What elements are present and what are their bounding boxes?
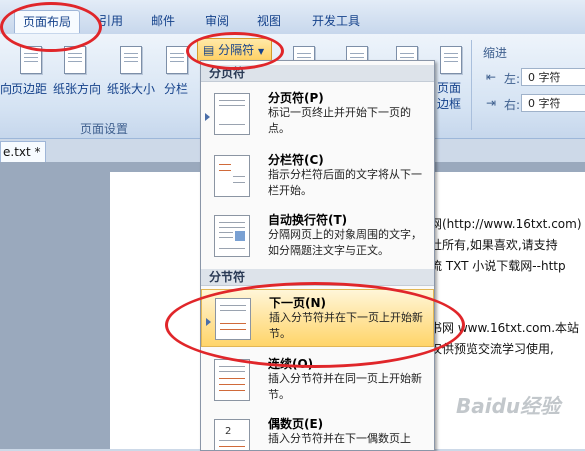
column-break-icon xyxy=(214,155,250,197)
doc-line: 网(http://www.16txt.com) xyxy=(430,217,582,231)
indent-title: 缩进 xyxy=(483,46,508,60)
menu-item-desc: 分隔网页上的对象周围的文字，如分隔题注文字与正文。 xyxy=(268,228,422,257)
breaks-dropdown-menu: 分页符 分页符(P) 标记一页终止并开始下一页的点。 分栏符(C) 指示分栏符后… xyxy=(200,60,435,451)
indent-right-icon: ⇥ xyxy=(486,96,497,110)
menu-item-page-break[interactable]: 分页符(P) 标记一页终止并开始下一页的点。 xyxy=(201,85,434,143)
menu-item-text-wrapping-break[interactable]: 自动换行符(T) 分隔网页上的对象周围的文字，如分隔题注文字与正文。 xyxy=(201,207,434,265)
page-break-icon xyxy=(214,93,250,135)
menu-item-title: 自动换行符(T) xyxy=(268,213,348,227)
watermark: Baidu经验 xyxy=(456,394,561,418)
menu-item-desc: 插入分节符并在下一偶数页上 xyxy=(268,432,411,445)
doc-line: 流 TXT 小说下载网--http xyxy=(430,259,566,273)
menu-item-desc: 标记一页终止并开始下一页的点。 xyxy=(268,106,411,135)
size-button[interactable]: 纸张大小 xyxy=(106,80,156,97)
menu-item-column-break[interactable]: 分栏符(C) 指示分栏符后面的文字将从下一栏开始。 xyxy=(201,147,434,205)
annotation-circle xyxy=(165,282,465,368)
tab-review[interactable]: 审阅 xyxy=(198,10,236,32)
page-border-icon xyxy=(440,46,462,74)
margins-button[interactable]: 页边距 xyxy=(10,80,48,97)
indent-left-icon: ⇤ xyxy=(486,70,497,84)
indent-right-input[interactable]: 0 字符 xyxy=(521,94,585,112)
doc-line: 社所有,如果喜欢,请支持 xyxy=(430,238,558,252)
tab-developer[interactable]: 开发工具 xyxy=(304,10,368,32)
menu-item-title: 分页符(P) xyxy=(268,91,324,105)
partial-button-label: 向 xyxy=(0,82,13,96)
columns-button[interactable]: 分栏 xyxy=(162,80,190,97)
indent-left-label: 左: xyxy=(504,72,521,86)
pointer-icon xyxy=(205,113,210,121)
group-label-page-setup: 页面设置 xyxy=(80,122,129,136)
menu-item-desc: 插入分节符并在同一页上开始新节。 xyxy=(268,372,422,401)
text-wrapping-icon xyxy=(214,215,250,257)
size-icon xyxy=(120,46,142,74)
tab-view[interactable]: 视图 xyxy=(250,10,288,32)
columns-icon xyxy=(166,46,188,74)
annotation-circle xyxy=(0,2,102,52)
indent-right-label: 右: xyxy=(504,98,521,112)
group-separator xyxy=(471,40,472,130)
annotation-circle xyxy=(186,32,284,70)
menu-item-title: 分栏符(C) xyxy=(268,153,324,167)
menu-item-title: 偶数页(E) xyxy=(268,417,324,431)
tab-mailings[interactable]: 邮件 xyxy=(144,10,182,32)
continuous-icon xyxy=(214,359,250,401)
orientation-button[interactable]: 纸张方向 xyxy=(52,80,102,97)
page-border-button[interactable]: 页面边框 xyxy=(434,80,464,112)
indent-left-input[interactable]: 0 字符 xyxy=(521,68,585,86)
menu-item-desc: 指示分栏符后面的文字将从下一栏开始。 xyxy=(268,168,422,197)
even-page-icon: 2 xyxy=(214,419,250,450)
document-tab[interactable]: e.txt * xyxy=(0,141,46,162)
menu-item-even-page[interactable]: 2 偶数页(E) 插入分节符并在下一偶数页上 xyxy=(201,411,434,450)
